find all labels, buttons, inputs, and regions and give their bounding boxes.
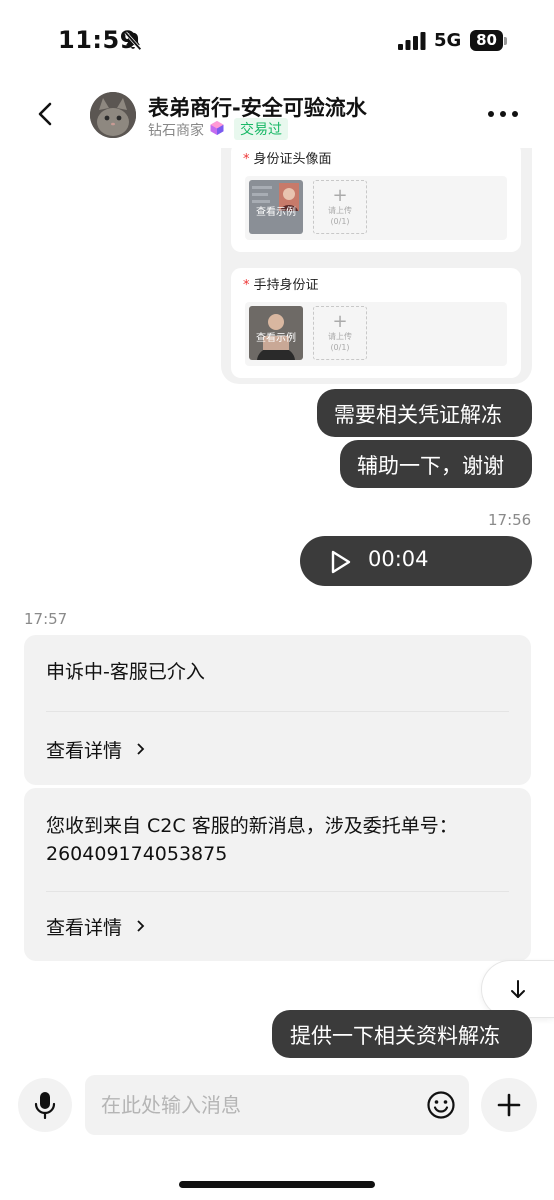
message-bubble-outgoing[interactable]: 需要相关凭证解冻: [317, 389, 532, 437]
upload-slot[interactable]: + 请上传 (0/1): [313, 306, 367, 360]
view-sample-label: 查看示例: [256, 207, 296, 218]
id-handheld-sample-image[interactable]: 查看示例: [249, 306, 303, 360]
timestamp: 17:57: [24, 610, 68, 628]
id-handheld-field: * 手持身份证 查看示例 + 请上传 (0/1): [231, 268, 521, 378]
plus-icon: +: [332, 311, 348, 332]
status-bar: 11:59 5G 80: [0, 0, 554, 80]
view-details-link[interactable]: 查看详情: [46, 736, 145, 763]
diamond-icon: [210, 121, 224, 135]
arrow-down-icon: [511, 980, 525, 998]
more-actions-button[interactable]: [481, 1078, 537, 1132]
divider: [46, 891, 509, 892]
view-sample-label: 查看示例: [256, 333, 296, 344]
sample-box: 查看示例 + 请上传 (0/1): [245, 176, 507, 240]
view-details-link[interactable]: 查看详情: [46, 913, 145, 940]
play-icon: [331, 550, 351, 574]
message-input[interactable]: [101, 1091, 421, 1119]
id-front-label: 身份证头像面: [253, 152, 332, 167]
timestamp: 17:56: [488, 511, 532, 529]
emoji-icon[interactable]: [426, 1090, 456, 1120]
traded-badge: 交易过: [234, 118, 288, 140]
upload-slot[interactable]: + 请上传 (0/1): [313, 180, 367, 234]
voice-input-button[interactable]: [18, 1078, 72, 1132]
more-icon[interactable]: [486, 106, 520, 122]
cat-avatar-icon: [90, 92, 136, 138]
avatar[interactable]: [90, 92, 136, 138]
order-number: 260409174053875: [46, 843, 228, 865]
microphone-icon: [34, 1092, 56, 1119]
voice-duration: 00:04: [368, 547, 429, 571]
network-type: 5G: [434, 30, 462, 51]
message-bubble-outgoing[interactable]: 提供一下相关资料解冻: [272, 1010, 532, 1058]
notice-text: 申诉中-客服已介入: [46, 661, 205, 683]
chat-header: 表弟商行-安全可验流水 钻石商家 交易过: [0, 80, 554, 148]
back-icon[interactable]: [32, 100, 60, 128]
id-front-sample-image[interactable]: 查看示例: [249, 180, 303, 234]
message-text: 提供一下相关资料解冻: [290, 1024, 500, 1048]
divider: [46, 711, 509, 712]
message-text: 辅助一下，谢谢: [357, 454, 504, 478]
battery-icon: 80: [470, 30, 508, 52]
chevron-right-icon: [137, 920, 145, 932]
system-notice-card: 您收到来自 C2C 客服的新消息，涉及委托单号： 260409174053875…: [24, 788, 531, 961]
signal-icon: [398, 32, 426, 50]
merchant-level: 钻石商家: [148, 123, 204, 139]
form-card-message: * 身份证头像面 查看示例 + 请上传 (0/1) * 手持身份证 查看示例 +…: [221, 142, 532, 384]
voice-message-bubble[interactable]: 00:04: [300, 536, 532, 586]
battery-level: 80: [470, 30, 503, 51]
message-text: 需要相关凭证解冻: [334, 403, 502, 427]
plus-icon: [497, 1093, 521, 1117]
message-input-container: [85, 1075, 469, 1135]
id-front-field: * 身份证头像面 查看示例 + 请上传 (0/1): [231, 142, 521, 252]
message-bubble-outgoing[interactable]: 辅助一下，谢谢: [340, 440, 532, 488]
plus-icon: +: [332, 185, 348, 206]
chevron-right-icon: [137, 743, 145, 755]
sample-box: 查看示例 + 请上传 (0/1): [245, 302, 507, 366]
system-notice-card: 申诉中-客服已介入 查看详情: [24, 635, 531, 785]
notice-text: 您收到来自 C2C 客服的新消息，涉及委托单号：: [46, 815, 458, 837]
bell-muted-icon: [124, 31, 142, 51]
id-handheld-label: 手持身份证: [253, 278, 319, 293]
home-indicator[interactable]: [179, 1181, 375, 1188]
